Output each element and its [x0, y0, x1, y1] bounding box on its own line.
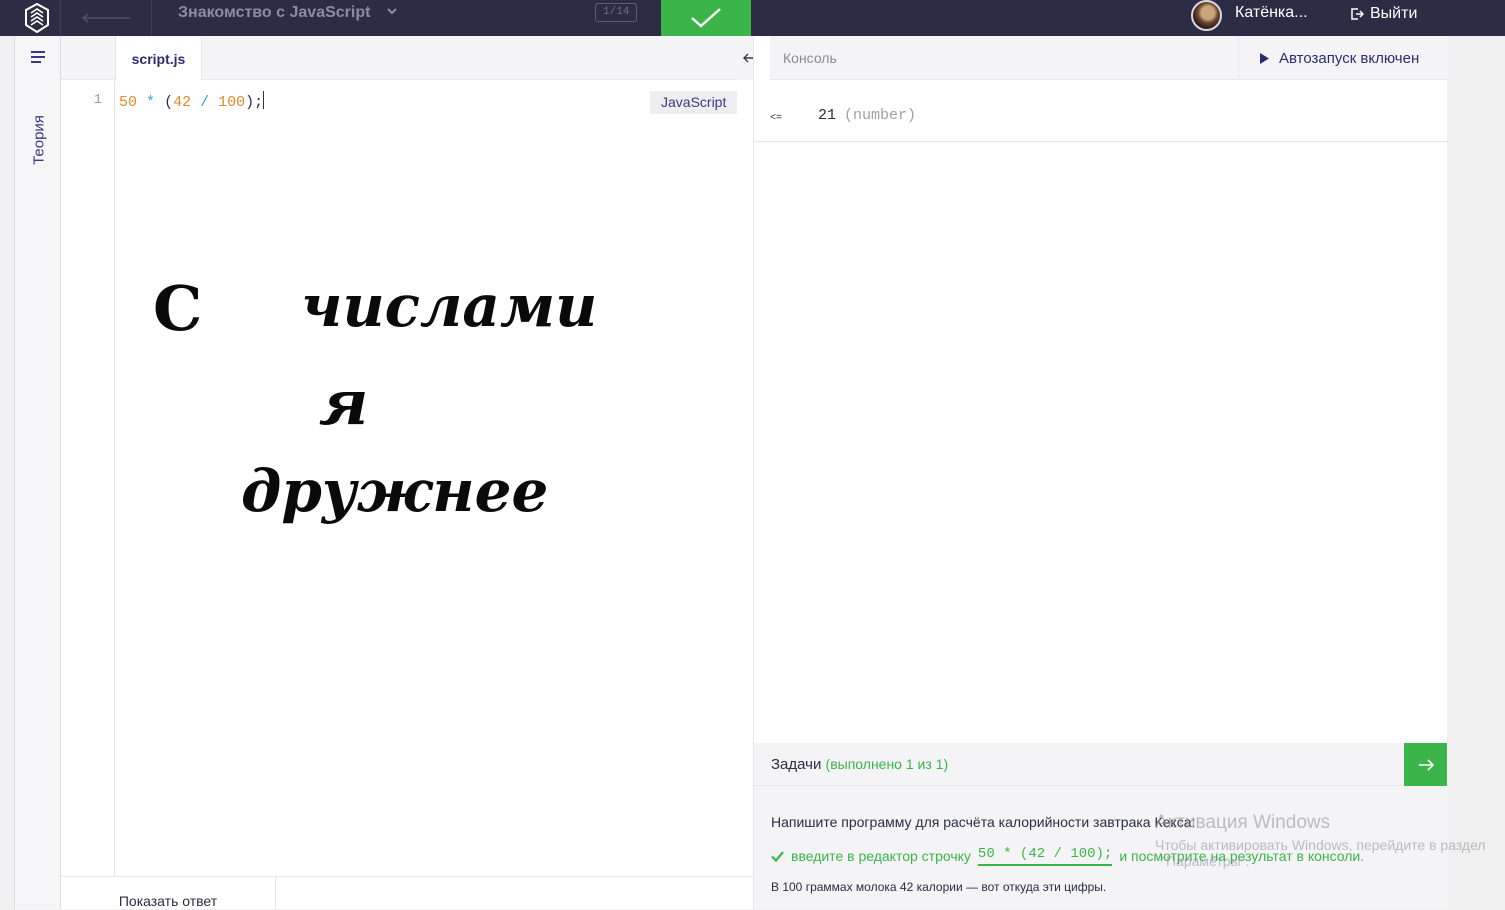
- line-number: 1: [93, 92, 102, 108]
- handwriting-word: дружнее: [241, 457, 548, 525]
- code-editor: script.js 1 50 * (42 / 100); JavaScript …: [61, 36, 753, 910]
- answer-bar: Показать ответ: [61, 876, 753, 910]
- console-value-type: (number): [844, 107, 917, 124]
- play-icon: [1260, 52, 1269, 64]
- console-panel: Консоль Автозапуск включен <= 21 (number)…: [753, 36, 1448, 909]
- chevron-down-icon[interactable]: [386, 4, 398, 22]
- tab-script-js[interactable]: script.js: [115, 36, 202, 81]
- code-line[interactable]: 50 * (42 / 100);: [119, 91, 265, 111]
- htmlacademy-logo-icon[interactable]: [14, 0, 60, 36]
- handwriting-word: числами: [301, 272, 597, 340]
- autorun-toggle[interactable]: Автозапуск включен: [1238, 36, 1448, 80]
- code-paren: (: [164, 94, 174, 111]
- menu-icon[interactable]: [31, 50, 45, 68]
- code-operator: /: [200, 94, 210, 111]
- logout-button[interactable]: Выйти: [1350, 5, 1417, 23]
- console-value: 21 (number): [818, 107, 916, 124]
- tasks-title-row: Задачи (выполнено 1 из 1): [771, 756, 948, 773]
- watermark-line: "Параметры".: [1161, 853, 1250, 869]
- console-header: Консоль Автозапуск включен: [770, 36, 1448, 80]
- logout-icon: [1351, 8, 1364, 20]
- editor-tab-bar: script.js: [61, 36, 753, 81]
- theory-label: Теория: [30, 115, 48, 165]
- code-operator: *: [146, 94, 156, 111]
- checkmark-icon: [771, 850, 784, 862]
- handwriting-word: я: [319, 366, 368, 439]
- username[interactable]: Катёнка...: [1235, 4, 1308, 22]
- code-number: 42: [173, 94, 192, 111]
- avatar[interactable]: [1191, 0, 1222, 31]
- tasks-title: Задачи: [771, 756, 822, 773]
- back-arrow-icon[interactable]: [60, 0, 152, 36]
- tasks-status: (выполнено 1 из 1): [825, 756, 949, 772]
- line-gutter: 1: [61, 80, 115, 876]
- step-counter: 1/14: [595, 3, 638, 22]
- console-title: Консоль: [783, 50, 837, 66]
- text-cursor: [263, 91, 265, 109]
- show-answer-button[interactable]: Показать ответ: [61, 877, 276, 910]
- left-rail: Теория: [14, 36, 61, 909]
- console-value-number: 21: [818, 107, 837, 124]
- next-task-button[interactable]: [1404, 743, 1447, 786]
- top-bar: Знакомство с JavaScript 1/14 Катёнка... …: [0, 0, 1505, 36]
- handwriting-word: С: [153, 272, 202, 345]
- task-description: Напишите программу для расчёта калорийно…: [771, 814, 1196, 830]
- windows-activation-watermark: Активация Windows Чтобы активировать Win…: [1155, 812, 1486, 869]
- code-number: 50: [119, 94, 138, 111]
- handwritten-note: С числами я дружнее: [153, 272, 597, 525]
- tasks-header: Задачи (выполнено 1 из 1): [754, 743, 1448, 786]
- console-output-row: <= 21 (number): [754, 80, 1448, 142]
- arrow-right-icon: [1418, 758, 1434, 771]
- check-button[interactable]: [661, 0, 751, 36]
- logout-label: Выйти: [1370, 5, 1418, 22]
- course-title[interactable]: Знакомство с JavaScript: [178, 4, 370, 22]
- console-result-arrow: <=: [770, 113, 783, 124]
- task-item-prefix: введите в редактор строчку: [791, 848, 971, 864]
- watermark-title: Активация Windows: [1155, 812, 1331, 833]
- task-note: В 100 граммах молока 42 калории — вот от…: [771, 880, 1107, 894]
- task-item-code: 50 * (42 / 100);: [977, 846, 1113, 866]
- theory-tab[interactable]: Теория: [17, 100, 61, 180]
- autorun-label: Автозапуск включен: [1279, 49, 1420, 67]
- code-tail: );: [245, 94, 264, 111]
- code-number: 100: [218, 94, 246, 111]
- language-badge: JavaScript: [650, 91, 738, 114]
- watermark-line: Чтобы активировать Windows, перейдите в …: [1155, 837, 1486, 853]
